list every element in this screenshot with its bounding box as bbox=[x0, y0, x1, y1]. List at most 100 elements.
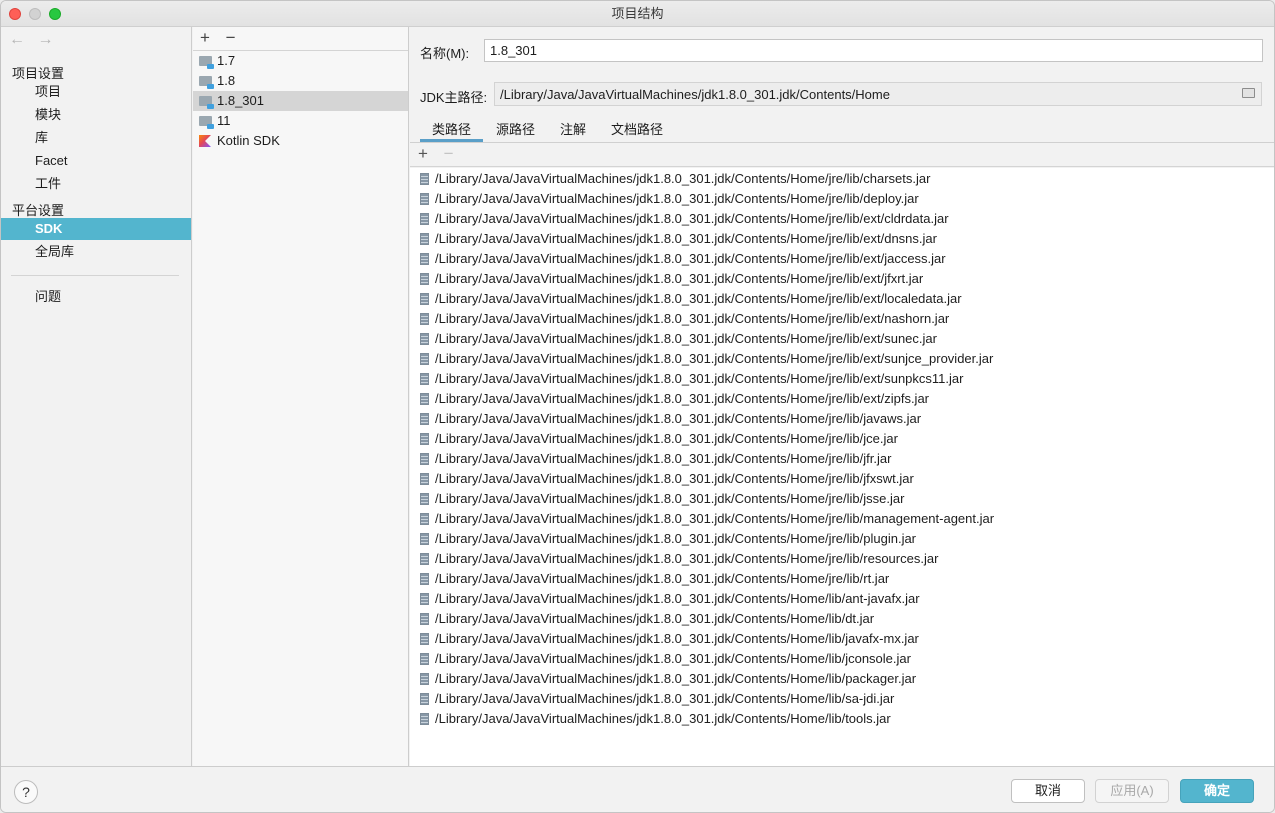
classpath-entry-text: /Library/Java/JavaVirtualMachines/jdk1.8… bbox=[435, 311, 950, 326]
nav-item-project[interactable]: 项目 bbox=[1, 81, 191, 103]
minimize-window-button[interactable] bbox=[29, 8, 41, 20]
classpath-row[interactable]: /Library/Java/JavaVirtualMachines/jdk1.8… bbox=[410, 629, 1274, 649]
tab-classpath[interactable]: 类路径 bbox=[420, 119, 484, 142]
classpath-row[interactable]: /Library/Java/JavaVirtualMachines/jdk1.8… bbox=[410, 369, 1274, 389]
jdk-folder-icon bbox=[199, 56, 214, 69]
classpath-row[interactable]: /Library/Java/JavaVirtualMachines/jdk1.8… bbox=[410, 269, 1274, 289]
classpath-row[interactable]: /Library/Java/JavaVirtualMachines/jdk1.8… bbox=[410, 389, 1274, 409]
classpath-row[interactable]: /Library/Java/JavaVirtualMachines/jdk1.8… bbox=[410, 489, 1274, 509]
jar-file-icon bbox=[420, 173, 429, 185]
jar-file-icon bbox=[420, 413, 429, 425]
forward-arrow-icon[interactable]: → bbox=[37, 31, 53, 48]
classpath-entry-text: /Library/Java/JavaVirtualMachines/jdk1.8… bbox=[435, 631, 919, 646]
help-button[interactable]: ? bbox=[14, 780, 38, 804]
sdk-name-input[interactable]: 1.8_301 bbox=[484, 39, 1263, 62]
classpath-row[interactable]: /Library/Java/JavaVirtualMachines/jdk1.8… bbox=[410, 529, 1274, 549]
sdk-item-label: Kotlin SDK bbox=[217, 133, 280, 148]
classpath-row[interactable]: /Library/Java/JavaVirtualMachines/jdk1.8… bbox=[410, 569, 1274, 589]
nav-item-modules[interactable]: 模块 bbox=[1, 104, 191, 126]
classpath-entry-text: /Library/Java/JavaVirtualMachines/jdk1.8… bbox=[435, 691, 895, 706]
nav-item-facets[interactable]: Facet bbox=[1, 150, 191, 172]
sdk-list-toolbar: + − bbox=[193, 27, 408, 51]
classpath-row[interactable]: /Library/Java/JavaVirtualMachines/jdk1.8… bbox=[410, 589, 1274, 609]
jar-file-icon bbox=[420, 273, 429, 285]
classpath-row[interactable]: /Library/Java/JavaVirtualMachines/jdk1.8… bbox=[410, 709, 1274, 729]
classpath-row[interactable]: /Library/Java/JavaVirtualMachines/jdk1.8… bbox=[410, 549, 1274, 569]
classpath-row[interactable]: /Library/Java/JavaVirtualMachines/jdk1.8… bbox=[410, 509, 1274, 529]
jar-file-icon bbox=[420, 313, 429, 325]
jar-file-icon bbox=[420, 193, 429, 205]
sdk-item-selected[interactable]: 1.8_301 bbox=[193, 91, 408, 111]
classpath-entry-text: /Library/Java/JavaVirtualMachines/jdk1.8… bbox=[435, 251, 946, 266]
tab-annotations[interactable]: 注解 bbox=[548, 119, 598, 142]
classpath-row[interactable]: /Library/Java/JavaVirtualMachines/jdk1.8… bbox=[410, 409, 1274, 429]
classpath-entry-text: /Library/Java/JavaVirtualMachines/jdk1.8… bbox=[435, 391, 929, 406]
jar-file-icon bbox=[420, 673, 429, 685]
classpath-row[interactable]: /Library/Java/JavaVirtualMachines/jdk1.8… bbox=[410, 329, 1274, 349]
nav-item-problems[interactable]: 问题 bbox=[1, 286, 191, 308]
close-window-button[interactable] bbox=[9, 8, 21, 20]
classpath-row[interactable]: /Library/Java/JavaVirtualMachines/jdk1.8… bbox=[410, 429, 1274, 449]
sdk-item[interactable]: 1.7 bbox=[193, 51, 408, 71]
classpath-row[interactable]: /Library/Java/JavaVirtualMachines/jdk1.8… bbox=[410, 469, 1274, 489]
classpath-row[interactable]: /Library/Java/JavaVirtualMachines/jdk1.8… bbox=[410, 169, 1274, 189]
jdk-home-path-value: /Library/Java/JavaVirtualMachines/jdk1.8… bbox=[500, 87, 890, 102]
sdk-item[interactable]: 1.8 bbox=[193, 71, 408, 91]
jar-file-icon bbox=[420, 593, 429, 605]
classpath-entry-text: /Library/Java/JavaVirtualMachines/jdk1.8… bbox=[435, 231, 937, 246]
remove-path-button[interactable]: − bbox=[444, 143, 454, 165]
jar-file-icon bbox=[420, 293, 429, 305]
sdk-item-label: 1.7 bbox=[217, 53, 236, 68]
jar-file-icon bbox=[420, 513, 429, 525]
kotlin-icon bbox=[199, 135, 211, 147]
classpath-row[interactable]: /Library/Java/JavaVirtualMachines/jdk1.8… bbox=[410, 609, 1274, 629]
ok-button[interactable]: 确定 bbox=[1180, 779, 1254, 803]
apply-button[interactable]: 应用(A) bbox=[1095, 779, 1169, 803]
project-structure-window: 项目结构 ← → 项目设置 项目 模块 库 Facet 工件 平台设置 SDK … bbox=[0, 0, 1275, 813]
back-arrow-icon[interactable]: ← bbox=[9, 31, 25, 48]
classpath-row[interactable]: /Library/Java/JavaVirtualMachines/jdk1.8… bbox=[410, 289, 1274, 309]
remove-sdk-button[interactable]: − bbox=[226, 27, 236, 49]
jar-file-icon bbox=[420, 453, 429, 465]
classpath-row[interactable]: /Library/Java/JavaVirtualMachines/jdk1.8… bbox=[410, 349, 1274, 369]
classpath-row[interactable]: /Library/Java/JavaVirtualMachines/jdk1.8… bbox=[410, 449, 1274, 469]
project-settings-header: 项目设置 bbox=[12, 66, 65, 81]
sdk-item[interactable]: Kotlin SDK bbox=[193, 131, 408, 151]
sdk-item-label: 1.8 bbox=[217, 73, 236, 88]
tab-sourcepath[interactable]: 源路径 bbox=[484, 119, 547, 142]
classpath-entry-text: /Library/Java/JavaVirtualMachines/jdk1.8… bbox=[435, 351, 994, 366]
sdk-item[interactable]: 11 bbox=[193, 111, 408, 131]
cancel-button[interactable]: 取消 bbox=[1011, 779, 1085, 803]
nav-item-global-libraries[interactable]: 全局库 bbox=[1, 241, 191, 263]
nav-divider bbox=[11, 275, 179, 276]
classpath-row[interactable]: /Library/Java/JavaVirtualMachines/jdk1.8… bbox=[410, 309, 1274, 329]
add-path-button[interactable]: + bbox=[418, 143, 428, 165]
classpath-row[interactable]: /Library/Java/JavaVirtualMachines/jdk1.8… bbox=[410, 249, 1274, 269]
classpath-row[interactable]: /Library/Java/JavaVirtualMachines/jdk1.8… bbox=[410, 189, 1274, 209]
classpath-row[interactable]: /Library/Java/JavaVirtualMachines/jdk1.8… bbox=[410, 229, 1274, 249]
classpath-row[interactable]: /Library/Java/JavaVirtualMachines/jdk1.8… bbox=[410, 669, 1274, 689]
add-sdk-button[interactable]: + bbox=[200, 27, 210, 49]
zoom-window-button[interactable] bbox=[49, 8, 61, 20]
classpath-row[interactable]: /Library/Java/JavaVirtualMachines/jdk1.8… bbox=[410, 209, 1274, 229]
nav-item-sdk[interactable]: SDK bbox=[1, 218, 191, 240]
classpath-entry-text: /Library/Java/JavaVirtualMachines/jdk1.8… bbox=[435, 611, 875, 626]
classpath-row[interactable]: /Library/Java/JavaVirtualMachines/jdk1.8… bbox=[410, 649, 1274, 669]
tab-documentation-paths[interactable]: 文档路径 bbox=[599, 119, 675, 142]
nav-item-artifacts[interactable]: 工件 bbox=[1, 173, 191, 195]
classpath-entry-text: /Library/Java/JavaVirtualMachines/jdk1.8… bbox=[435, 291, 962, 306]
jar-file-icon bbox=[420, 353, 429, 365]
classpath-entry-text: /Library/Java/JavaVirtualMachines/jdk1.8… bbox=[435, 471, 914, 486]
jar-file-icon bbox=[420, 373, 429, 385]
jar-file-icon bbox=[420, 573, 429, 585]
browse-folder-icon[interactable] bbox=[1242, 88, 1255, 98]
nav-item-libraries[interactable]: 库 bbox=[1, 127, 191, 149]
title-bar: 项目结构 bbox=[1, 1, 1274, 27]
dialog-footer: ? 取消 应用(A) 确定 bbox=[1, 766, 1274, 812]
jdk-home-path-field[interactable]: /Library/Java/JavaVirtualMachines/jdk1.8… bbox=[494, 82, 1262, 106]
jar-file-icon bbox=[420, 633, 429, 645]
classpath-entry-text: /Library/Java/JavaVirtualMachines/jdk1.8… bbox=[435, 671, 917, 686]
jar-file-icon bbox=[420, 533, 429, 545]
classpath-row[interactable]: /Library/Java/JavaVirtualMachines/jdk1.8… bbox=[410, 689, 1274, 709]
classpath-toolbar: + − bbox=[410, 143, 1274, 167]
